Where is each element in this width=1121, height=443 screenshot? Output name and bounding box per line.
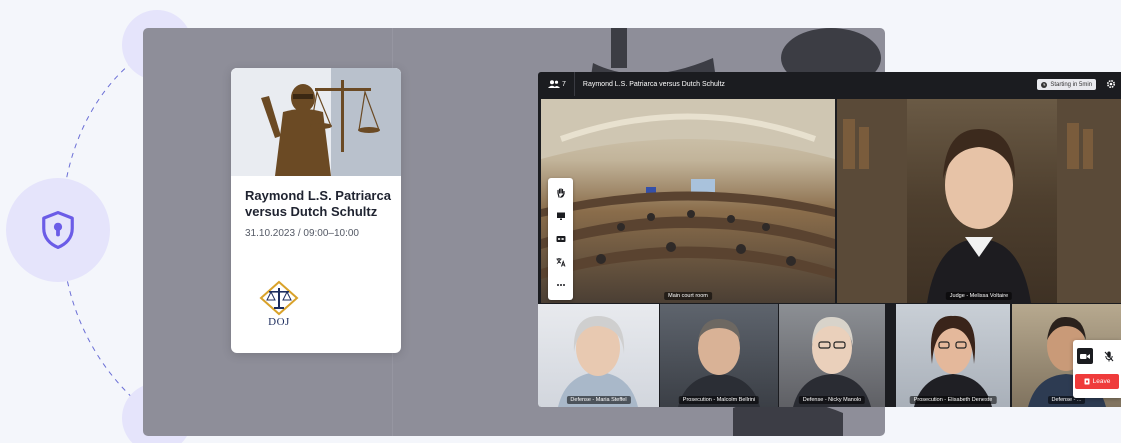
- bar-separator: [573, 72, 575, 96]
- case-date: 31.10.2023 / 09:00–10:00: [245, 228, 359, 239]
- camera-icon: [1080, 353, 1090, 359]
- lady-justice-photo: [231, 68, 401, 176]
- participant-video-image: [914, 315, 992, 407]
- tile-caption: Prosecution - Elisabeth Deneste: [909, 396, 997, 404]
- tile-main-court-room[interactable]: Main court room: [541, 99, 835, 303]
- doj-logo: DOJ: [257, 280, 301, 332]
- hand-icon[interactable]: [552, 184, 570, 202]
- starting-status-text: Starting in 5min: [1050, 81, 1092, 88]
- scales-of-justice-icon: [259, 280, 299, 316]
- call-side-toolbar: [548, 178, 573, 300]
- participant-video-image: [793, 316, 871, 407]
- leave-button[interactable]: Leave: [1075, 374, 1119, 389]
- case-title: Raymond L.S. Patriarca versus Dutch Schu…: [245, 188, 391, 219]
- tile-participant[interactable]: Prosecution - Elisabeth Deneste: [896, 304, 1010, 407]
- tile-caption: Judge - Melissa Voltaire: [945, 292, 1013, 300]
- shield-badge-middle: [6, 178, 110, 282]
- leave-door-icon: [1084, 378, 1090, 385]
- call-top-bar: 7 Raymond L.S. Patriarca versus Dutch Sc…: [538, 72, 1121, 96]
- captions-icon[interactable]: [552, 230, 570, 248]
- tile-participant[interactable]: Prosecution - Malcolm Bellrini: [660, 304, 778, 407]
- doj-logo-text: DOJ: [268, 316, 290, 328]
- call-controls: Leave: [1073, 340, 1121, 398]
- starting-status-badge: Starting in 5min: [1037, 79, 1096, 90]
- tile-caption: Main court room: [664, 292, 712, 300]
- leave-button-label: Leave: [1092, 378, 1111, 385]
- shield-lock-icon: [42, 210, 74, 249]
- camera-button[interactable]: [1077, 348, 1093, 364]
- tile-caption: Defense - Maria Steffel: [566, 396, 631, 404]
- tile-participant[interactable]: Defense - Maria Steffel: [538, 304, 659, 407]
- more-icon[interactable]: [552, 276, 570, 294]
- tile-caption: Defense - Nicky Manolo: [798, 396, 866, 404]
- participants-button[interactable]: 7: [548, 80, 566, 88]
- tile-caption: Prosecution - Malcolm Bellrini: [678, 396, 760, 404]
- gear-icon[interactable]: [1106, 79, 1116, 89]
- participant-count: 7: [562, 80, 566, 88]
- participant-video-image: [558, 316, 638, 407]
- clock-icon: [1041, 81, 1048, 88]
- call-title: Raymond L.S. Patriarca versus Dutch Schu…: [582, 80, 725, 88]
- participants-icon: [548, 80, 560, 88]
- courtroom-image: [541, 99, 835, 279]
- case-card[interactable]: Raymond L.S. Patriarca versus Dutch Schu…: [231, 68, 401, 353]
- participant-video-image: [678, 318, 760, 407]
- screen-share-icon[interactable]: [552, 207, 570, 225]
- mute-microphone-button[interactable]: [1101, 348, 1117, 364]
- translate-icon[interactable]: [552, 253, 570, 271]
- tile-judge[interactable]: Judge - Melissa Voltaire: [837, 99, 1121, 303]
- microphone-muted-icon: [1104, 351, 1114, 361]
- video-call-window: 7 Raymond L.S. Patriarca versus Dutch Sc…: [538, 72, 1121, 407]
- lady-justice-statue-image: [231, 68, 401, 176]
- tile-participant[interactable]: Defense - Nicky Manolo: [779, 304, 885, 407]
- judge-video-image: [837, 99, 1121, 303]
